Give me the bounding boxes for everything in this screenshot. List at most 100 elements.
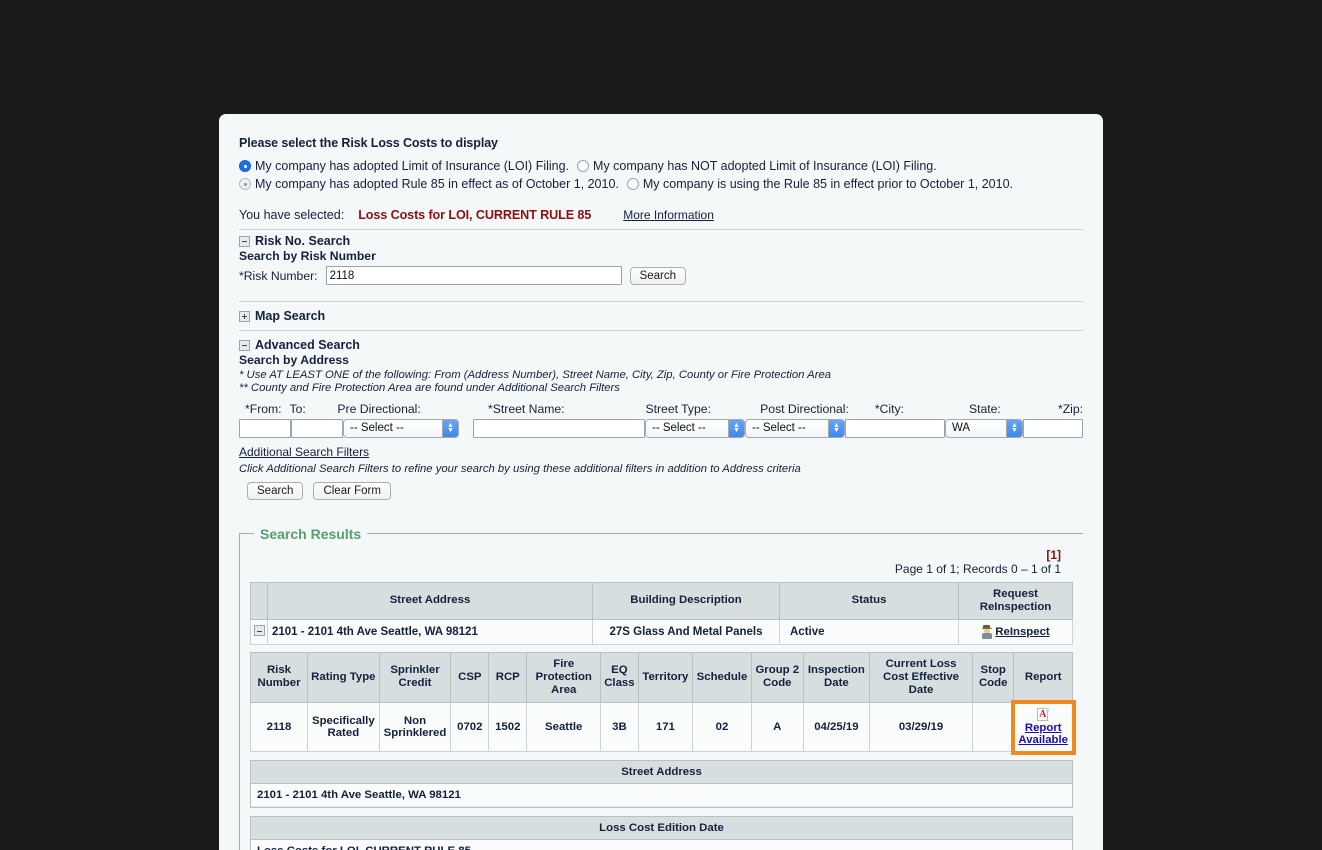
radio-option-loi-adopted[interactable]: My company has adopted Limit of Insuranc… <box>239 159 569 173</box>
label-city: *City: <box>874 402 904 416</box>
street-address-block-header: Street Address <box>251 761 1072 785</box>
section-advanced-search[interactable]: Advanced Search <box>239 338 1083 352</box>
selected-summary: You have selected: Loss Costs for LOI, C… <box>239 208 1083 222</box>
radio-icon[interactable] <box>577 160 590 172</box>
page-status: Page 1 of 1; Records 0 – 1 of 1 <box>894 561 1061 576</box>
risk-search-subtitle: Search by Risk Number <box>239 249 376 263</box>
minus-icon[interactable] <box>239 339 250 351</box>
address-field-inputs: -- Select -- ▲ ▼ -- Select -- ▲ ▼ -- Selec… <box>239 418 1083 438</box>
minus-icon[interactable] <box>239 235 250 247</box>
col-report: Report <box>1013 651 1073 704</box>
radio-option-rule85-current[interactable]: My company has adopted Rule 85 in effect… <box>239 177 619 191</box>
row-expander-cell[interactable] <box>250 618 268 645</box>
report-available-link-line2[interactable]: Available <box>1018 734 1068 746</box>
selected-label: You have selected: <box>239 208 345 222</box>
col-current-loss-cost-effective-date: Current Loss Cost Effective Date <box>869 651 974 704</box>
radio-icon[interactable] <box>239 178 251 190</box>
report-available-link-line1[interactable]: Report <box>1025 722 1062 734</box>
select-value: -- Select -- <box>350 422 404 434</box>
post-directional-select[interactable]: -- Select -- ▲ ▼ <box>745 418 845 438</box>
section-title: Risk No. Search <box>255 234 351 248</box>
col-rating-type: Rating Type <box>306 651 380 704</box>
col-status: Status <box>779 581 959 620</box>
chevron-updown-icon[interactable]: ▲ ▼ <box>442 419 458 437</box>
section-title: Advanced Search <box>255 338 360 352</box>
col-csp: CSP <box>450 651 490 704</box>
clear-form-button[interactable]: Clear Form <box>313 481 391 500</box>
section-map-search[interactable]: Map Search <box>239 309 1083 323</box>
street-type-select[interactable]: -- Select -- ▲ ▼ <box>645 418 745 438</box>
col-sprinkler-credit: Sprinkler Credit <box>378 651 452 704</box>
chevron-updown-icon[interactable]: ▲ ▼ <box>828 419 844 437</box>
radio-label: My company is using the Rule 85 in effec… <box>642 177 1013 191</box>
cell-rating-type: Specifically Rated <box>306 702 380 753</box>
from-input[interactable] <box>239 418 291 438</box>
cell-risk-number: 2118 <box>250 702 308 753</box>
chevron-updown-icon[interactable]: ▲ ▼ <box>1006 419 1022 437</box>
cell-building-description: 27S Glass And Metal Panels <box>592 618 780 645</box>
risk-number-input[interactable] <box>325 266 622 285</box>
cell-sprinkler-credit: Non Sprinklered <box>378 702 452 753</box>
more-information-link[interactable]: More Information <box>623 208 714 222</box>
risk-search-button[interactable]: Search <box>629 266 686 285</box>
state-select[interactable]: WA ▲ ▼ <box>945 418 1023 438</box>
label-street-type: Street Type: <box>645 402 711 416</box>
table-row: 2101 - 2101 4th Ave Seattle, WA 98121 27… <box>250 618 1073 645</box>
radio-option-loi-not-adopted[interactable]: My company has NOT adopted Limit of Insu… <box>577 159 937 173</box>
cell-status: Active <box>779 618 959 645</box>
city-input[interactable] <box>845 418 945 438</box>
cell-inspection-date: 04/25/19 <box>802 702 871 753</box>
risk-detail-table: Risk Number Rating Type Sprinkler Credit… <box>250 651 1076 755</box>
col-eq-class: EQ Class <box>600 651 639 704</box>
loss-cost-block-subheader: Loss Costs for LOI, CURRENT RULE 85 <box>251 840 1072 850</box>
page-title: Please select the Risk Loss Costs to dis… <box>239 136 498 150</box>
cell-request-reinspection: ReInspect <box>958 618 1073 645</box>
additional-filters-note: Click Additional Search Filters to refin… <box>239 462 801 475</box>
table-header-row: Street Address Building Description Stat… <box>250 581 1073 620</box>
radio-option-rule85-prior[interactable]: My company is using the Rule 85 in effec… <box>626 177 1013 191</box>
street-name-input[interactable] <box>473 418 645 438</box>
rule85-radio-row: My company has adopted Rule 85 in effect… <box>239 177 1083 191</box>
col-risk-number: Risk Number <box>250 651 308 704</box>
cell-street-address: 2101 - 2101 4th Ave Seattle, WA 98121 <box>267 618 593 645</box>
additional-search-filters-link[interactable]: Additional Search Filters <box>239 445 369 459</box>
advanced-search-button[interactable]: Search <box>247 481 304 500</box>
divider <box>239 229 1083 230</box>
section-risk-no-search[interactable]: Risk No. Search <box>239 234 1083 248</box>
radio-label: My company has adopted Rule 85 in effect… <box>255 177 619 191</box>
select-value: WA <box>952 422 971 434</box>
risk-number-row: *Risk Number: Search <box>239 266 1083 285</box>
street-address-block-value: 2101 - 2101 4th Ave Seattle, WA 98121 <box>251 784 1072 808</box>
radio-icon[interactable] <box>239 160 251 172</box>
loss-cost-block-header: Loss Cost Edition Date <box>251 817 1072 841</box>
chevron-updown-icon[interactable]: ▲ ▼ <box>728 419 744 437</box>
label-state: State: <box>968 402 1001 416</box>
radio-label: My company has NOT adopted Limit of Insu… <box>593 159 937 173</box>
radio-label: My company has adopted Limit of Insuranc… <box>255 159 570 173</box>
plus-icon[interactable] <box>239 310 250 322</box>
cell-report[interactable]: A Report Available <box>1010 699 1076 755</box>
browser-page: Please select the Risk Loss Costs to dis… <box>219 114 1103 850</box>
col-stop-code: Stop Code <box>972 651 1015 704</box>
divider <box>239 330 1083 331</box>
to-input[interactable] <box>291 418 343 438</box>
cell-current-loss-cost-effective-date: 03/29/19 <box>869 702 974 753</box>
col-rcp: RCP <box>488 651 528 704</box>
selected-value: Loss Costs for LOI, CURRENT RULE 85 <box>358 208 592 222</box>
radio-icon[interactable] <box>626 178 639 190</box>
minus-icon[interactable] <box>253 625 265 637</box>
label-street-name: *Street Name: <box>488 402 565 416</box>
label-post-directional: Post Directional: <box>760 402 849 416</box>
section-title: Map Search <box>255 309 326 323</box>
cell-schedule: 02 <box>692 702 752 753</box>
pre-directional-select[interactable]: -- Select -- ▲ ▼ <box>343 418 459 438</box>
loss-cost-block: Loss Cost Edition Date Loss Costs for LO… <box>250 816 1073 850</box>
reinspect-link[interactable]: ReInspect <box>995 626 1049 638</box>
pdf-icon: A <box>1037 708 1050 722</box>
label-to: To: <box>289 402 306 416</box>
zip-input[interactable] <box>1023 418 1083 438</box>
cell-territory: 171 <box>637 702 694 753</box>
cell-fire-protection-area: Seattle <box>526 702 602 753</box>
cell-csp: 0702 <box>450 702 490 753</box>
page-index-link[interactable]: [1] <box>250 548 1061 562</box>
